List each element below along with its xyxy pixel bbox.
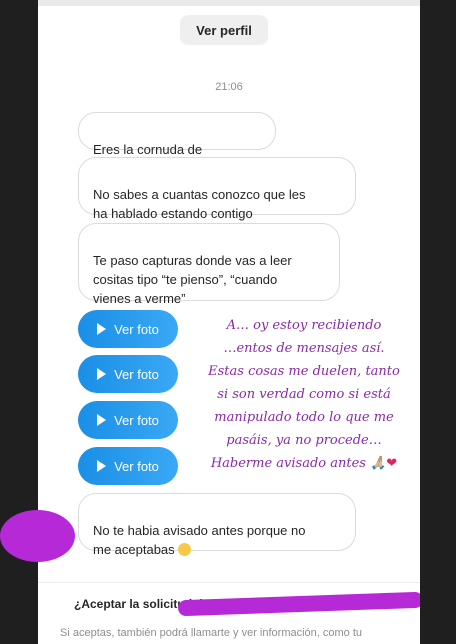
story-overlay-text: A… oy estoy recibiendo …entos de mensaje…: [193, 314, 415, 475]
view-photo-label: Ver foto: [114, 321, 159, 337]
view-photo-label: Ver foto: [114, 412, 159, 428]
header-fade: [38, 0, 420, 6]
message-bubble: No te habia avisado antes porque no me a…: [78, 493, 356, 557]
message-timestamp: 21:06: [215, 81, 243, 93]
play-icon: [97, 460, 107, 472]
message-bubble: No sabes a cuantas conozco que les ha ha…: [78, 157, 356, 221]
overlay-text: A… oy estoy recibiendo …entos de mensaje…: [208, 318, 400, 471]
accept-request-subtitle: Si aceptas, también podrá llamarte y ver…: [60, 627, 363, 639]
view-photo-label: Ver foto: [114, 366, 159, 382]
message-text: Te paso capturas donde vas a leer cosita…: [93, 253, 292, 306]
request-divider: [38, 582, 420, 583]
heart-icon: ❤: [386, 456, 398, 471]
view-photo-label: Ver foto: [114, 458, 159, 474]
avatar-scribble: [0, 510, 75, 562]
pray-emoji: 🙏🏼: [370, 456, 387, 471]
username-scribble: [177, 591, 420, 617]
view-photo-button[interactable]: Ver foto: [78, 310, 178, 348]
message-text: No te habia avisado antes porque no me a…: [93, 523, 306, 557]
view-profile-button[interactable]: Ver perfil: [180, 15, 268, 45]
smiling-sweat-emoji: [177, 543, 191, 556]
view-photo-button[interactable]: Ver foto: [78, 355, 178, 393]
message-text: No sabes a cuantas conozco que les ha ha…: [93, 187, 306, 221]
message-bubble: Eres la cornuda de tia: [78, 112, 276, 195]
play-icon: [97, 368, 107, 380]
chat-screen: Ver perfil 21:06 Eres la cornuda de tia …: [38, 0, 420, 644]
view-photo-button[interactable]: Ver foto: [78, 447, 178, 485]
play-icon: [97, 414, 107, 426]
view-photo-button[interactable]: Ver foto: [78, 401, 178, 439]
message-text: Eres la cornuda de: [93, 142, 203, 157]
play-icon: [97, 323, 107, 335]
message-bubble: Te paso capturas donde vas a leer cosita…: [78, 223, 340, 306]
